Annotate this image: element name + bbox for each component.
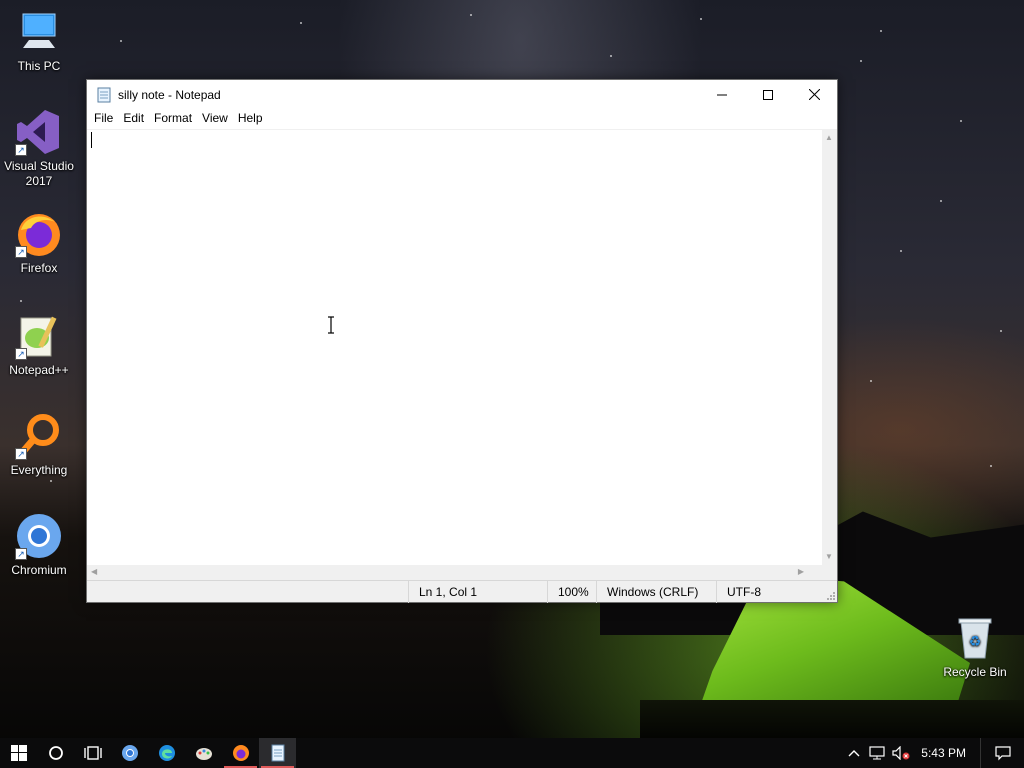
shortcut-arrow-icon: ↗ (15, 548, 27, 560)
maximize-button[interactable] (745, 80, 791, 109)
desktop-icon-label: Recycle Bin (943, 665, 1007, 679)
maximize-icon (763, 89, 773, 100)
scroll-right-icon[interactable]: ▶ (798, 567, 804, 576)
chevron-up-icon (848, 750, 860, 757)
close-button[interactable] (791, 80, 837, 109)
paint-icon (195, 748, 212, 760)
taskbar-chromium[interactable] (111, 738, 148, 768)
desktop-icon-everything[interactable]: ↗ Everything (0, 412, 78, 478)
notepad-icon (271, 744, 284, 762)
volume-muted-icon (892, 746, 910, 760)
desktop-icon-label: Notepad++ (9, 363, 69, 377)
ibeam-cursor-icon (328, 316, 334, 334)
chromium-icon: ↗ (15, 512, 63, 560)
scroll-left-icon[interactable]: ◀ (91, 567, 97, 576)
status-cursor-position: Ln 1, Col 1 (408, 581, 548, 603)
desktop-icon-notepad-plus-plus[interactable]: ↗ Notepad++ (0, 312, 78, 378)
action-center-button[interactable] (980, 738, 1024, 768)
desktop-icon-firefox[interactable]: ↗ Firefox (0, 210, 78, 276)
desktop-icon-label: This PC (17, 59, 61, 73)
task-view-icon (83, 746, 102, 760)
desktop-icon-this-pc[interactable]: This PC (0, 8, 78, 74)
search-icon (48, 746, 63, 760)
system-tray: 5:43 PM (843, 738, 1024, 768)
close-icon (808, 89, 820, 100)
title-bar[interactable]: silly note - Notepad (87, 80, 837, 109)
start-button[interactable] (0, 738, 37, 768)
desktop-icon-label: Everything (10, 463, 68, 477)
menu-file[interactable]: File (89, 109, 118, 128)
menu-view[interactable]: View (197, 109, 233, 128)
status-zoom: 100% (547, 581, 597, 603)
vertical-scrollbar[interactable]: ▲ ▼ (822, 129, 837, 565)
taskbar: 5:43 PM (0, 738, 1024, 768)
shortcut-arrow-icon: ↗ (15, 348, 27, 360)
notepad-icon (97, 87, 111, 102)
start-icon (10, 745, 27, 761)
horizontal-scrollbar[interactable]: ◀ ▶ (87, 565, 822, 580)
scrollbar-corner (822, 565, 837, 580)
network-button[interactable] (865, 738, 889, 768)
edge-icon (158, 745, 175, 761)
grass-foreground (640, 700, 1024, 740)
desktop-icon-label: Visual Studio (4, 159, 74, 173)
taskbar-firefox[interactable] (222, 738, 259, 768)
desktop-icon-recycle-bin[interactable]: ♻ Recycle Bin (936, 614, 1014, 680)
status-encoding: UTF-8 (716, 581, 837, 603)
window-title: silly note - Notepad (118, 87, 221, 102)
taskbar-edge[interactable] (148, 738, 185, 768)
minimize-button[interactable] (699, 80, 745, 109)
chromium-icon (121, 745, 138, 761)
status-line-endings: Windows (CRLF) (596, 581, 716, 603)
shortcut-arrow-icon: ↗ (15, 448, 27, 460)
search-button[interactable] (37, 738, 74, 768)
scroll-up-icon[interactable]: ▲ (825, 133, 833, 142)
task-view-button[interactable] (74, 738, 111, 768)
scroll-down-icon[interactable]: ▼ (825, 552, 833, 561)
desktop-icon-label: 2017 (25, 174, 53, 188)
visual-studio-icon: ↗ (15, 108, 63, 156)
taskbar-paint[interactable] (185, 738, 222, 768)
resize-grip-icon[interactable] (826, 591, 836, 601)
menu-bar: File Edit Format View Help (87, 109, 837, 128)
volume-button[interactable] (889, 738, 913, 768)
desktop-icon-label: Chromium (11, 563, 67, 577)
menu-format[interactable]: Format (149, 109, 197, 128)
shortcut-arrow-icon: ↗ (15, 246, 27, 258)
notepad-window: silly note - Notepad File Edit Format Vi… (86, 79, 838, 603)
firefox-icon: ↗ (15, 210, 63, 258)
this-pc-icon (15, 8, 63, 56)
status-bar: Ln 1, Col 1 100% Windows (CRLF) UTF-8 (87, 580, 837, 603)
menu-edit[interactable]: Edit (118, 109, 149, 128)
action-center-icon (994, 746, 1011, 761)
menu-help[interactable]: Help (233, 109, 268, 128)
firefox-icon (232, 745, 249, 761)
shortcut-arrow-icon: ↗ (15, 144, 27, 156)
desktop-icon-visual-studio[interactable]: ↗ Visual Studio 2017 (0, 108, 78, 189)
text-editor[interactable] (87, 129, 822, 565)
everything-search-icon: ↗ (15, 412, 63, 460)
notepad-plus-plus-icon: ↗ (15, 312, 63, 360)
svg-text:♻: ♻ (969, 634, 982, 650)
taskbar-notepad[interactable] (259, 738, 296, 768)
clock[interactable]: 5:43 PM (913, 738, 980, 768)
network-icon (869, 746, 885, 760)
recycle-bin-icon: ♻ (951, 614, 999, 662)
show-hidden-icons-button[interactable] (843, 738, 865, 768)
desktop-icon-chromium[interactable]: ↗ Chromium (0, 512, 78, 578)
desktop-icon-label: Firefox (20, 261, 58, 275)
minimize-icon (717, 94, 727, 95)
